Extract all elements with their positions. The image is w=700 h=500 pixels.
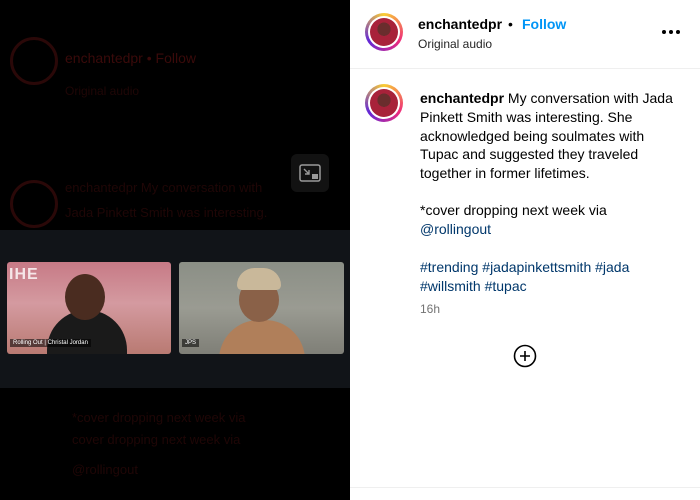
right-video-caption: JPS bbox=[182, 339, 200, 347]
caption-username[interactable]: enchantedpr bbox=[420, 90, 504, 106]
hashtag-link[interactable]: #jada bbox=[595, 259, 629, 275]
post-caption: enchantedpr My conversation with Jada Pi… bbox=[420, 89, 682, 239]
mention-link[interactable]: @rollingout bbox=[420, 221, 491, 237]
ghost-avatar-caption bbox=[10, 180, 58, 228]
separator-dot: • bbox=[508, 16, 513, 32]
ghost-lower-text-2: cover dropping next week via bbox=[72, 432, 241, 447]
footer-divider bbox=[350, 487, 700, 488]
hashtag-list: #trending #jadapinkettsmith #jada #wills… bbox=[420, 258, 682, 296]
post-timestamp[interactable]: 16h bbox=[420, 302, 440, 316]
hashtag-link[interactable]: #jadapinkettsmith bbox=[482, 259, 591, 275]
picture-in-picture-icon bbox=[299, 164, 321, 182]
caption-avatar[interactable] bbox=[365, 84, 403, 122]
left-video-caption: Rolling Out | Christal Jordan bbox=[10, 339, 91, 347]
ghost-caption-text: enchantedpr My conversation with bbox=[65, 180, 263, 195]
post-header: enchantedpr • Follow Original audio bbox=[350, 0, 700, 69]
media-panel: enchantedpr • Follow Original audio ench… bbox=[0, 0, 350, 500]
video-tile-right: JPS bbox=[179, 262, 344, 354]
ghost-header-text: enchantedpr • Follow bbox=[65, 50, 196, 66]
ghost-sub-text: Original audio bbox=[65, 84, 140, 98]
audio-label[interactable]: Original audio bbox=[418, 37, 492, 51]
hashtag-link[interactable]: #tupac bbox=[485, 278, 527, 294]
ghost-avatar-top bbox=[10, 37, 58, 85]
caption-cover-note: *cover dropping next week via bbox=[420, 201, 607, 218]
guest-figure-hair bbox=[237, 268, 281, 290]
ghost-caption-text-2: Jada Pinkett Smith was interesting. bbox=[65, 205, 268, 220]
username-link[interactable]: enchantedpr bbox=[418, 16, 502, 32]
hashtag-link[interactable]: #willsmith bbox=[420, 278, 481, 294]
follow-button[interactable]: Follow bbox=[522, 16, 566, 32]
guest-figure-body bbox=[219, 320, 305, 354]
hashtag-link[interactable]: #trending bbox=[420, 259, 478, 275]
add-comment-icon[interactable] bbox=[513, 344, 537, 368]
video-tile-left: IHE Rolling Out | Christal Jordan bbox=[7, 262, 171, 354]
caption-avatar-image bbox=[370, 89, 398, 117]
backdrop-sign: IHE bbox=[9, 266, 39, 283]
more-options-icon[interactable] bbox=[662, 30, 680, 36]
pip-button[interactable] bbox=[291, 154, 329, 192]
ghost-lower-text: *cover dropping next week via bbox=[72, 410, 246, 425]
post-panel: enchantedpr • Follow Original audio ench… bbox=[350, 0, 700, 500]
avatar-image bbox=[370, 18, 398, 46]
host-figure-head bbox=[65, 274, 105, 320]
avatar[interactable] bbox=[365, 13, 403, 51]
ghost-lower-text-3: @rollingout bbox=[72, 462, 138, 477]
